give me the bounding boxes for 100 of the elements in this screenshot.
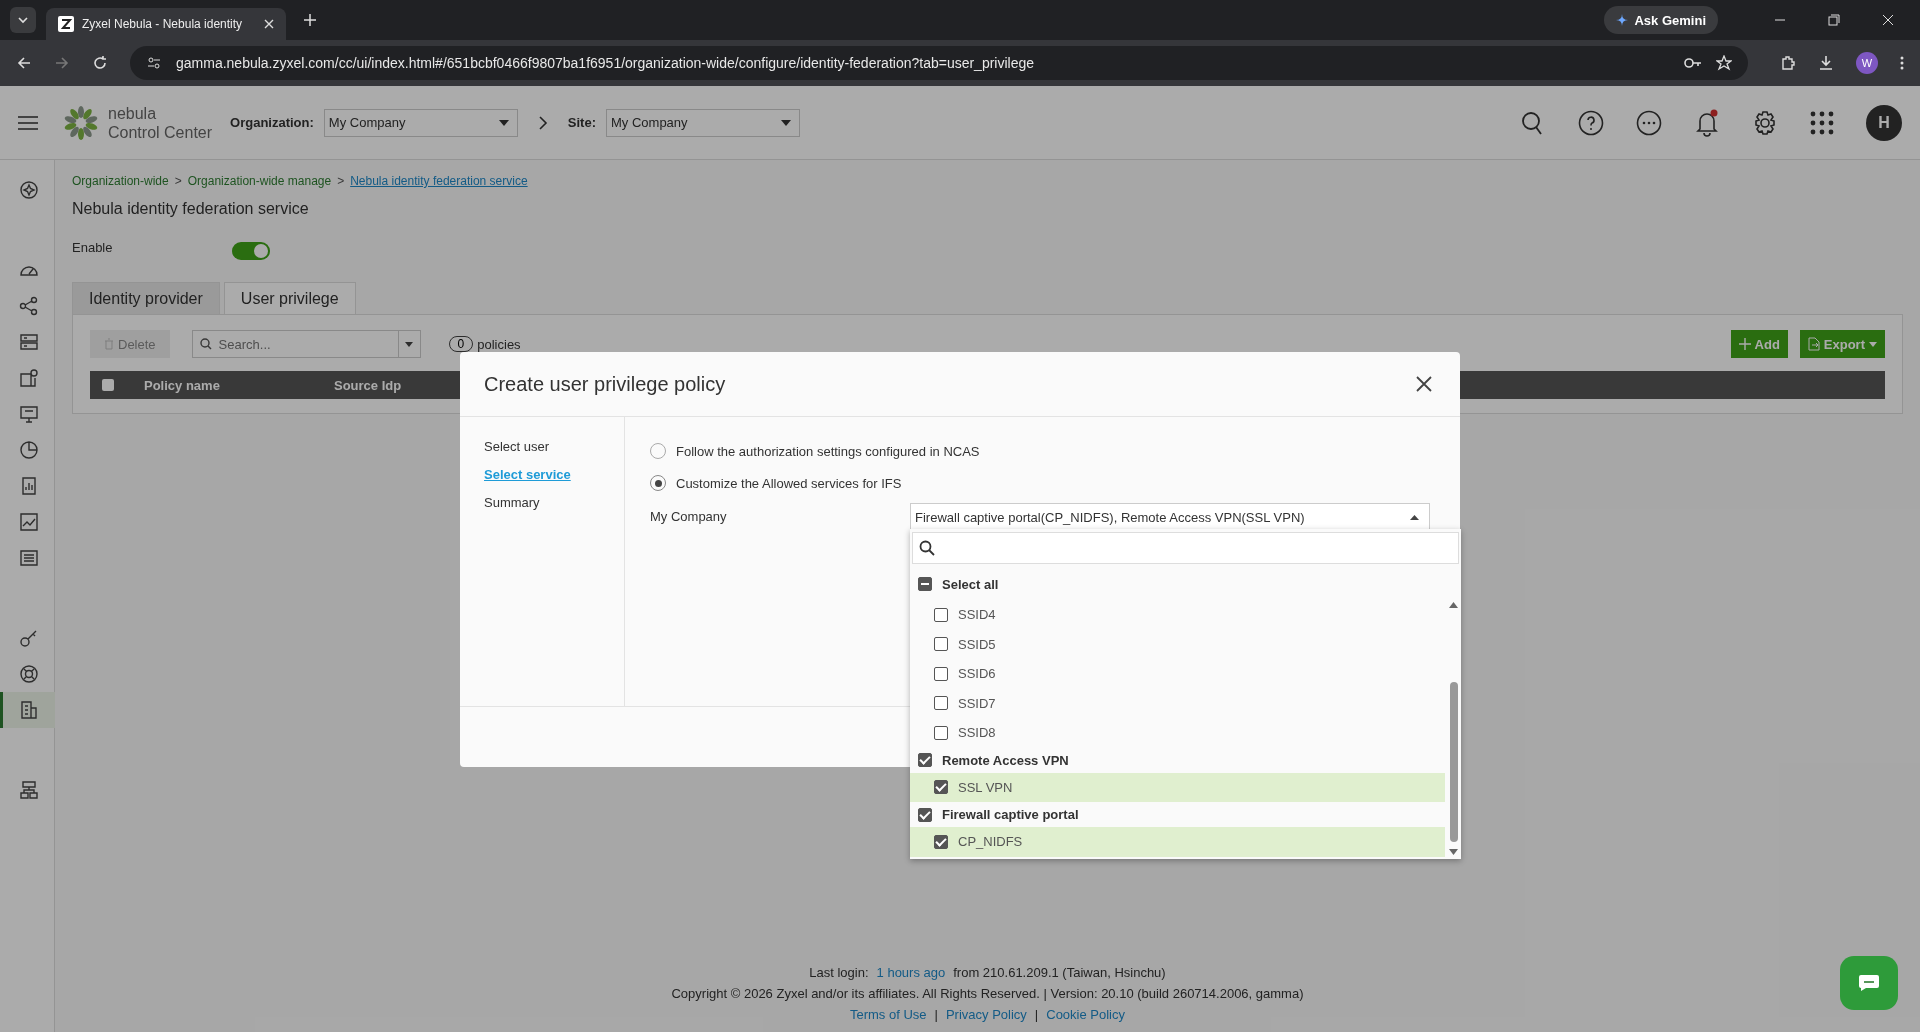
tab[interactable]: User privilege xyxy=(223,282,356,314)
logo-text: nebula xyxy=(108,103,158,123)
close-icon[interactable] xyxy=(1416,376,1432,392)
more-icon[interactable] xyxy=(1900,56,1904,70)
site-select[interactable]: My Company xyxy=(606,108,800,137)
chevron-down-icon xyxy=(17,14,29,26)
dropdown-option[interactable]: SSID8 xyxy=(910,718,1445,748)
scroll-up-icon[interactable] xyxy=(1449,602,1458,608)
key-icon[interactable] xyxy=(1684,57,1702,69)
file-export-icon xyxy=(1807,337,1820,351)
logo-text: Control Center xyxy=(108,122,213,142)
download-icon[interactable] xyxy=(1818,55,1834,71)
ask-gemini-button[interactable]: Ask Gemini xyxy=(1604,6,1718,34)
extensions-icon[interactable] xyxy=(1780,55,1796,71)
breadcrumb-link[interactable]: Organization-wide xyxy=(72,174,169,188)
chat-button[interactable] xyxy=(1840,956,1898,1010)
copyright-text: Copyright © 2026 Zyxel and/or its affiliates. All Rights Reserved. | Version: 20.10 (build 260714.2006, gamma) xyxy=(671,986,1304,1001)
trash-icon xyxy=(104,338,114,350)
service-select[interactable]: Firewall captive portal(CP_NIDFS), Remote Access VPN(SSL VPN) xyxy=(910,503,1430,531)
company-label: My Company xyxy=(650,508,728,524)
policies-label: policies xyxy=(477,336,521,352)
checkbox[interactable] xyxy=(934,696,948,711)
dropdown-option[interactable]: Firewall captive portal xyxy=(910,802,1445,827)
radio-label: Follow the authorization settings configured in NCAS xyxy=(676,443,980,459)
notification-bell-icon[interactable] xyxy=(1694,108,1720,137)
settings-icon[interactable] xyxy=(1752,109,1778,136)
plus-icon xyxy=(1738,338,1751,350)
restore-icon[interactable] xyxy=(1828,14,1840,26)
tab-title: Zyxel Nebula - Nebula identity xyxy=(82,17,244,31)
dropdown-option[interactable]: SSID4 xyxy=(910,600,1445,630)
key-icon xyxy=(18,628,39,648)
column-header[interactable]: Source Idp xyxy=(334,377,402,393)
checkbox[interactable] xyxy=(934,834,948,849)
checkbox[interactable] xyxy=(934,725,948,740)
line-chart-icon xyxy=(18,512,39,532)
organization-select[interactable]: My Company xyxy=(323,108,518,137)
zyxel-favicon-icon xyxy=(58,16,74,32)
sidebar-item[interactable] xyxy=(0,692,55,728)
menu-icon[interactable] xyxy=(18,114,38,131)
caret-down-icon xyxy=(498,119,509,126)
site-settings-icon[interactable] xyxy=(146,55,162,71)
caret-down-icon[interactable] xyxy=(405,341,414,347)
organization-label: Organization: xyxy=(230,115,314,130)
site-label: Site: xyxy=(567,115,596,130)
chevron-right-icon xyxy=(537,114,548,131)
breadcrumb-link[interactable]: Organization-wide manage xyxy=(187,174,332,188)
nebula-logo-icon xyxy=(64,105,98,140)
star-icon[interactable] xyxy=(1716,55,1732,71)
breadcrumb-separator: > xyxy=(337,174,345,188)
wizard-step[interactable]: Select user xyxy=(484,439,624,454)
last-login-label: Last login: xyxy=(809,965,869,980)
flow-icon xyxy=(18,780,39,800)
link-separator: | xyxy=(1034,1007,1039,1022)
url-text: gamma.nebula.zyxel.com/cc/ui/index.html#/651bcbf0466f9807ba1f6951/organization-wide/configure/identity-federation?tab=user_privilege xyxy=(176,55,1035,71)
breadcrumb-separator: > xyxy=(174,174,182,188)
column-header[interactable]: Policy name xyxy=(144,377,334,393)
building-icon xyxy=(18,700,39,720)
link-separator: | xyxy=(934,1007,938,1022)
help-icon[interactable] xyxy=(1578,109,1604,136)
dropdown-option[interactable]: SSID5 xyxy=(910,629,1445,659)
address-bar[interactable]: gamma.nebula.zyxel.com/cc/ui/index.html#/651bcbf0466f9807ba1f6951/organization-wide/configure/identity-federation?tab=user_privilege xyxy=(130,46,1748,80)
scroll-down-icon[interactable] xyxy=(1449,848,1458,855)
dropdown-option[interactable]: SSID6 xyxy=(910,659,1445,689)
enable-toggle[interactable] xyxy=(232,242,271,260)
checkbox[interactable] xyxy=(934,666,948,681)
dropdown-option[interactable]: SSL VPN xyxy=(910,772,1445,802)
dropdown-option[interactable]: CP_NIDFS xyxy=(910,827,1445,857)
radio-label: Customize the Allowed services for IFS xyxy=(676,475,902,491)
checkbox[interactable] xyxy=(934,780,948,795)
user-avatar[interactable]: H xyxy=(1866,104,1902,141)
apps-grid-icon[interactable] xyxy=(1810,110,1834,135)
checkbox[interactable] xyxy=(934,637,948,652)
scrollbar[interactable] xyxy=(1448,600,1459,857)
checkbox[interactable] xyxy=(934,607,948,622)
enable-label: Enable xyxy=(72,239,113,255)
dropdown-option[interactable]: SSID7 xyxy=(910,688,1445,718)
checkbox[interactable] xyxy=(918,753,932,767)
search-field[interactable]: Search... xyxy=(191,330,399,358)
back-icon[interactable] xyxy=(16,55,32,71)
page-title: Nebula identity federation service xyxy=(72,200,310,218)
browser-tab[interactable]: Zyxel Nebula - Nebula identity xyxy=(46,8,286,40)
checkbox[interactable] xyxy=(918,577,932,591)
profile-avatar[interactable]: W xyxy=(1856,52,1878,74)
dropdown-option[interactable]: Remote Access VPN xyxy=(910,747,1445,773)
more-icon[interactable] xyxy=(1636,109,1662,136)
wizard-step[interactable]: Summary xyxy=(484,495,624,510)
last-login-origin: from 210.61.209.1 (Taiwan, Hsinchu) xyxy=(953,965,1166,980)
search-field[interactable] xyxy=(912,532,1459,564)
new-tab-icon[interactable] xyxy=(304,14,316,26)
monitor-icon xyxy=(18,404,39,424)
select-all-checkbox[interactable] xyxy=(102,379,114,391)
caret-up-icon xyxy=(1410,514,1419,520)
checkbox[interactable] xyxy=(918,807,932,822)
lifebuoy-icon xyxy=(18,664,39,684)
dropdown-option[interactable]: Select all xyxy=(910,568,1461,600)
tab-list-button[interactable] xyxy=(10,7,36,33)
tab[interactable]: Identity provider xyxy=(72,282,220,314)
caret-down-icon xyxy=(781,119,791,126)
reload-icon[interactable] xyxy=(92,55,108,71)
forward-icon[interactable] xyxy=(54,55,70,71)
